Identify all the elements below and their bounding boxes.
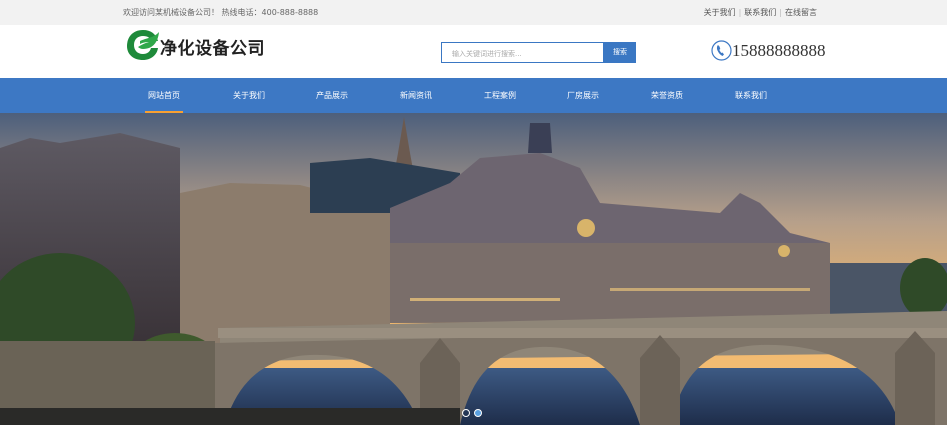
hotline-number: 15888888888 <box>732 41 826 60</box>
nav-news[interactable]: 新闻资讯 <box>400 78 432 113</box>
top-link-message[interactable]: 在线留言 <box>785 8 817 17</box>
top-link-contact[interactable]: 联系我们 <box>744 8 776 17</box>
banner-image <box>0 113 947 425</box>
divider: | <box>779 8 782 17</box>
phone-icon <box>711 40 732 61</box>
slide-dot-1[interactable] <box>462 409 470 417</box>
nav-cases[interactable]: 工程案例 <box>484 78 516 113</box>
top-link-about[interactable]: 关于我们 <box>704 8 736 17</box>
top-links: 关于我们 | 联系我们 | 在线留言 <box>704 7 817 18</box>
hero-banner[interactable] <box>0 113 947 425</box>
slide-dot-2[interactable] <box>474 409 482 417</box>
search-input[interactable]: 输入关键词进行搜索... <box>441 42 604 63</box>
nav-honors[interactable]: 荣誉资质 <box>651 78 683 113</box>
top-bar: 欢迎访问某机械设备公司！ 热线电话：400-888-8888 关于我们 | 联系我们… <box>0 0 947 25</box>
header: 净化设备公司 输入关键词进行搜索... 搜索 15888888888 <box>0 25 947 78</box>
leaf-logo-icon <box>127 30 159 60</box>
main-nav: 网站首页 关于我们 产品展示 新闻资讯 工程案例 厂房展示 荣誉资质 联系我们 <box>0 78 947 113</box>
company-name: 净化设备公司 <box>160 39 265 59</box>
nav-products[interactable]: 产品展示 <box>316 78 348 113</box>
nav-contact[interactable]: 联系我们 <box>735 78 767 113</box>
divider: | <box>738 8 742 17</box>
nav-home[interactable]: 网站首页 <box>145 78 183 113</box>
search-button[interactable]: 搜索 <box>604 42 636 63</box>
nav-about[interactable]: 关于我们 <box>233 78 265 113</box>
nav-factory[interactable]: 厂房展示 <box>567 78 599 113</box>
welcome-text: 欢迎访问某机械设备公司！ 热线电话：400-888-8888 <box>123 8 319 17</box>
